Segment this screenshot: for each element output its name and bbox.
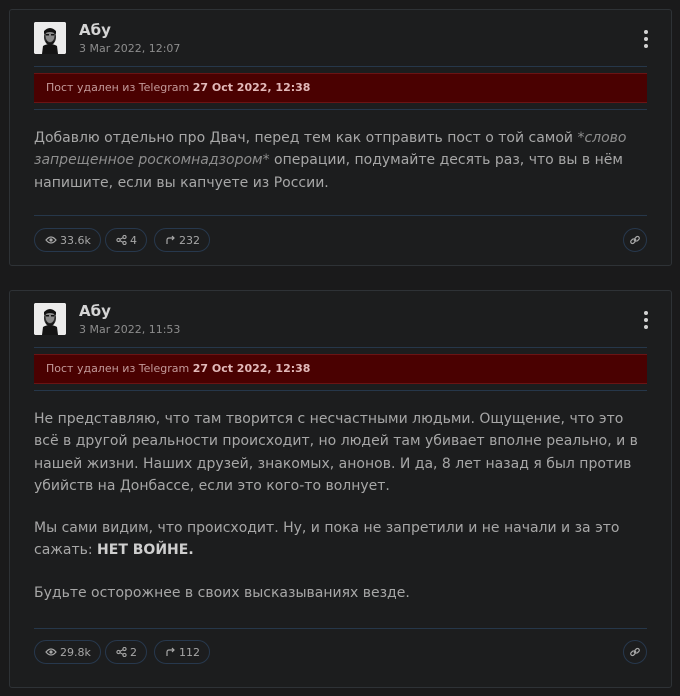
avatar[interactable] — [34, 22, 66, 54]
divider — [34, 390, 647, 391]
shares-count[interactable]: 4 — [105, 228, 147, 252]
eye-icon — [45, 236, 57, 244]
share-icon — [116, 647, 127, 657]
forward-arrow-icon — [166, 235, 175, 244]
post-text: Добавлю отдельно про Двач, перед тем как… — [34, 130, 627, 191]
forward-arrow-icon — [166, 647, 175, 656]
link-icon[interactable] — [623, 640, 647, 664]
share-icon — [116, 235, 127, 245]
post-card: Абу 3 Mar 2022, 12:07 Пост удален из Tel… — [9, 9, 672, 266]
post-date: 3 Mar 2022, 11:53 — [79, 323, 181, 336]
forwards-count[interactable]: 232 — [154, 228, 210, 252]
link-icon[interactable] — [623, 228, 647, 252]
deleted-date: 27 Oct 2022, 12:38 — [192, 81, 311, 94]
avatar[interactable] — [34, 303, 66, 335]
more-vertical-icon[interactable] — [641, 30, 651, 48]
deleted-date: 27 Oct 2022, 12:38 — [192, 362, 311, 375]
deleted-notice: Пост удален из Telegram 27 Oct 2022, 12:… — [34, 73, 647, 103]
eye-icon — [45, 648, 57, 656]
divider — [34, 215, 647, 216]
post-card: Абу 3 Mar 2022, 11:53 Пост удален из Tel… — [9, 290, 672, 688]
post-text: Не представляю, что там творится с несча… — [34, 411, 638, 601]
more-vertical-icon[interactable] — [641, 311, 651, 329]
deleted-notice: Пост удален из Telegram 27 Oct 2022, 12:… — [34, 354, 647, 384]
post-stats: 29.8k 2 112 — [34, 640, 647, 666]
views-count[interactable]: 29.8k — [34, 640, 101, 664]
shares-count[interactable]: 2 — [105, 640, 147, 664]
deleted-notice-text: Пост удален из Telegram — [46, 81, 190, 94]
divider — [34, 66, 647, 67]
views-count[interactable]: 33.6k — [34, 228, 101, 252]
author-name[interactable]: Абу — [79, 302, 111, 320]
deleted-notice-text: Пост удален из Telegram — [46, 362, 190, 375]
divider — [34, 347, 647, 348]
author-name[interactable]: Абу — [79, 21, 111, 39]
post-stats: 33.6k 4 232 — [34, 228, 647, 254]
post-date: 3 Mar 2022, 12:07 — [79, 42, 181, 55]
divider — [34, 109, 647, 110]
forwards-count[interactable]: 112 — [154, 640, 210, 664]
divider — [34, 628, 647, 629]
